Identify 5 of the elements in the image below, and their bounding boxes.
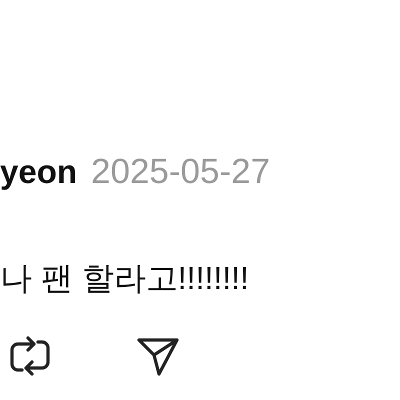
send-icon[interactable] [136, 336, 180, 376]
post-text: 나 팬 할라고!!!!!!!! [0, 259, 250, 298]
repost-icon[interactable] [8, 336, 52, 376]
post-date: 2025-05-27 [91, 152, 270, 192]
username[interactable]: yeon [0, 153, 78, 191]
